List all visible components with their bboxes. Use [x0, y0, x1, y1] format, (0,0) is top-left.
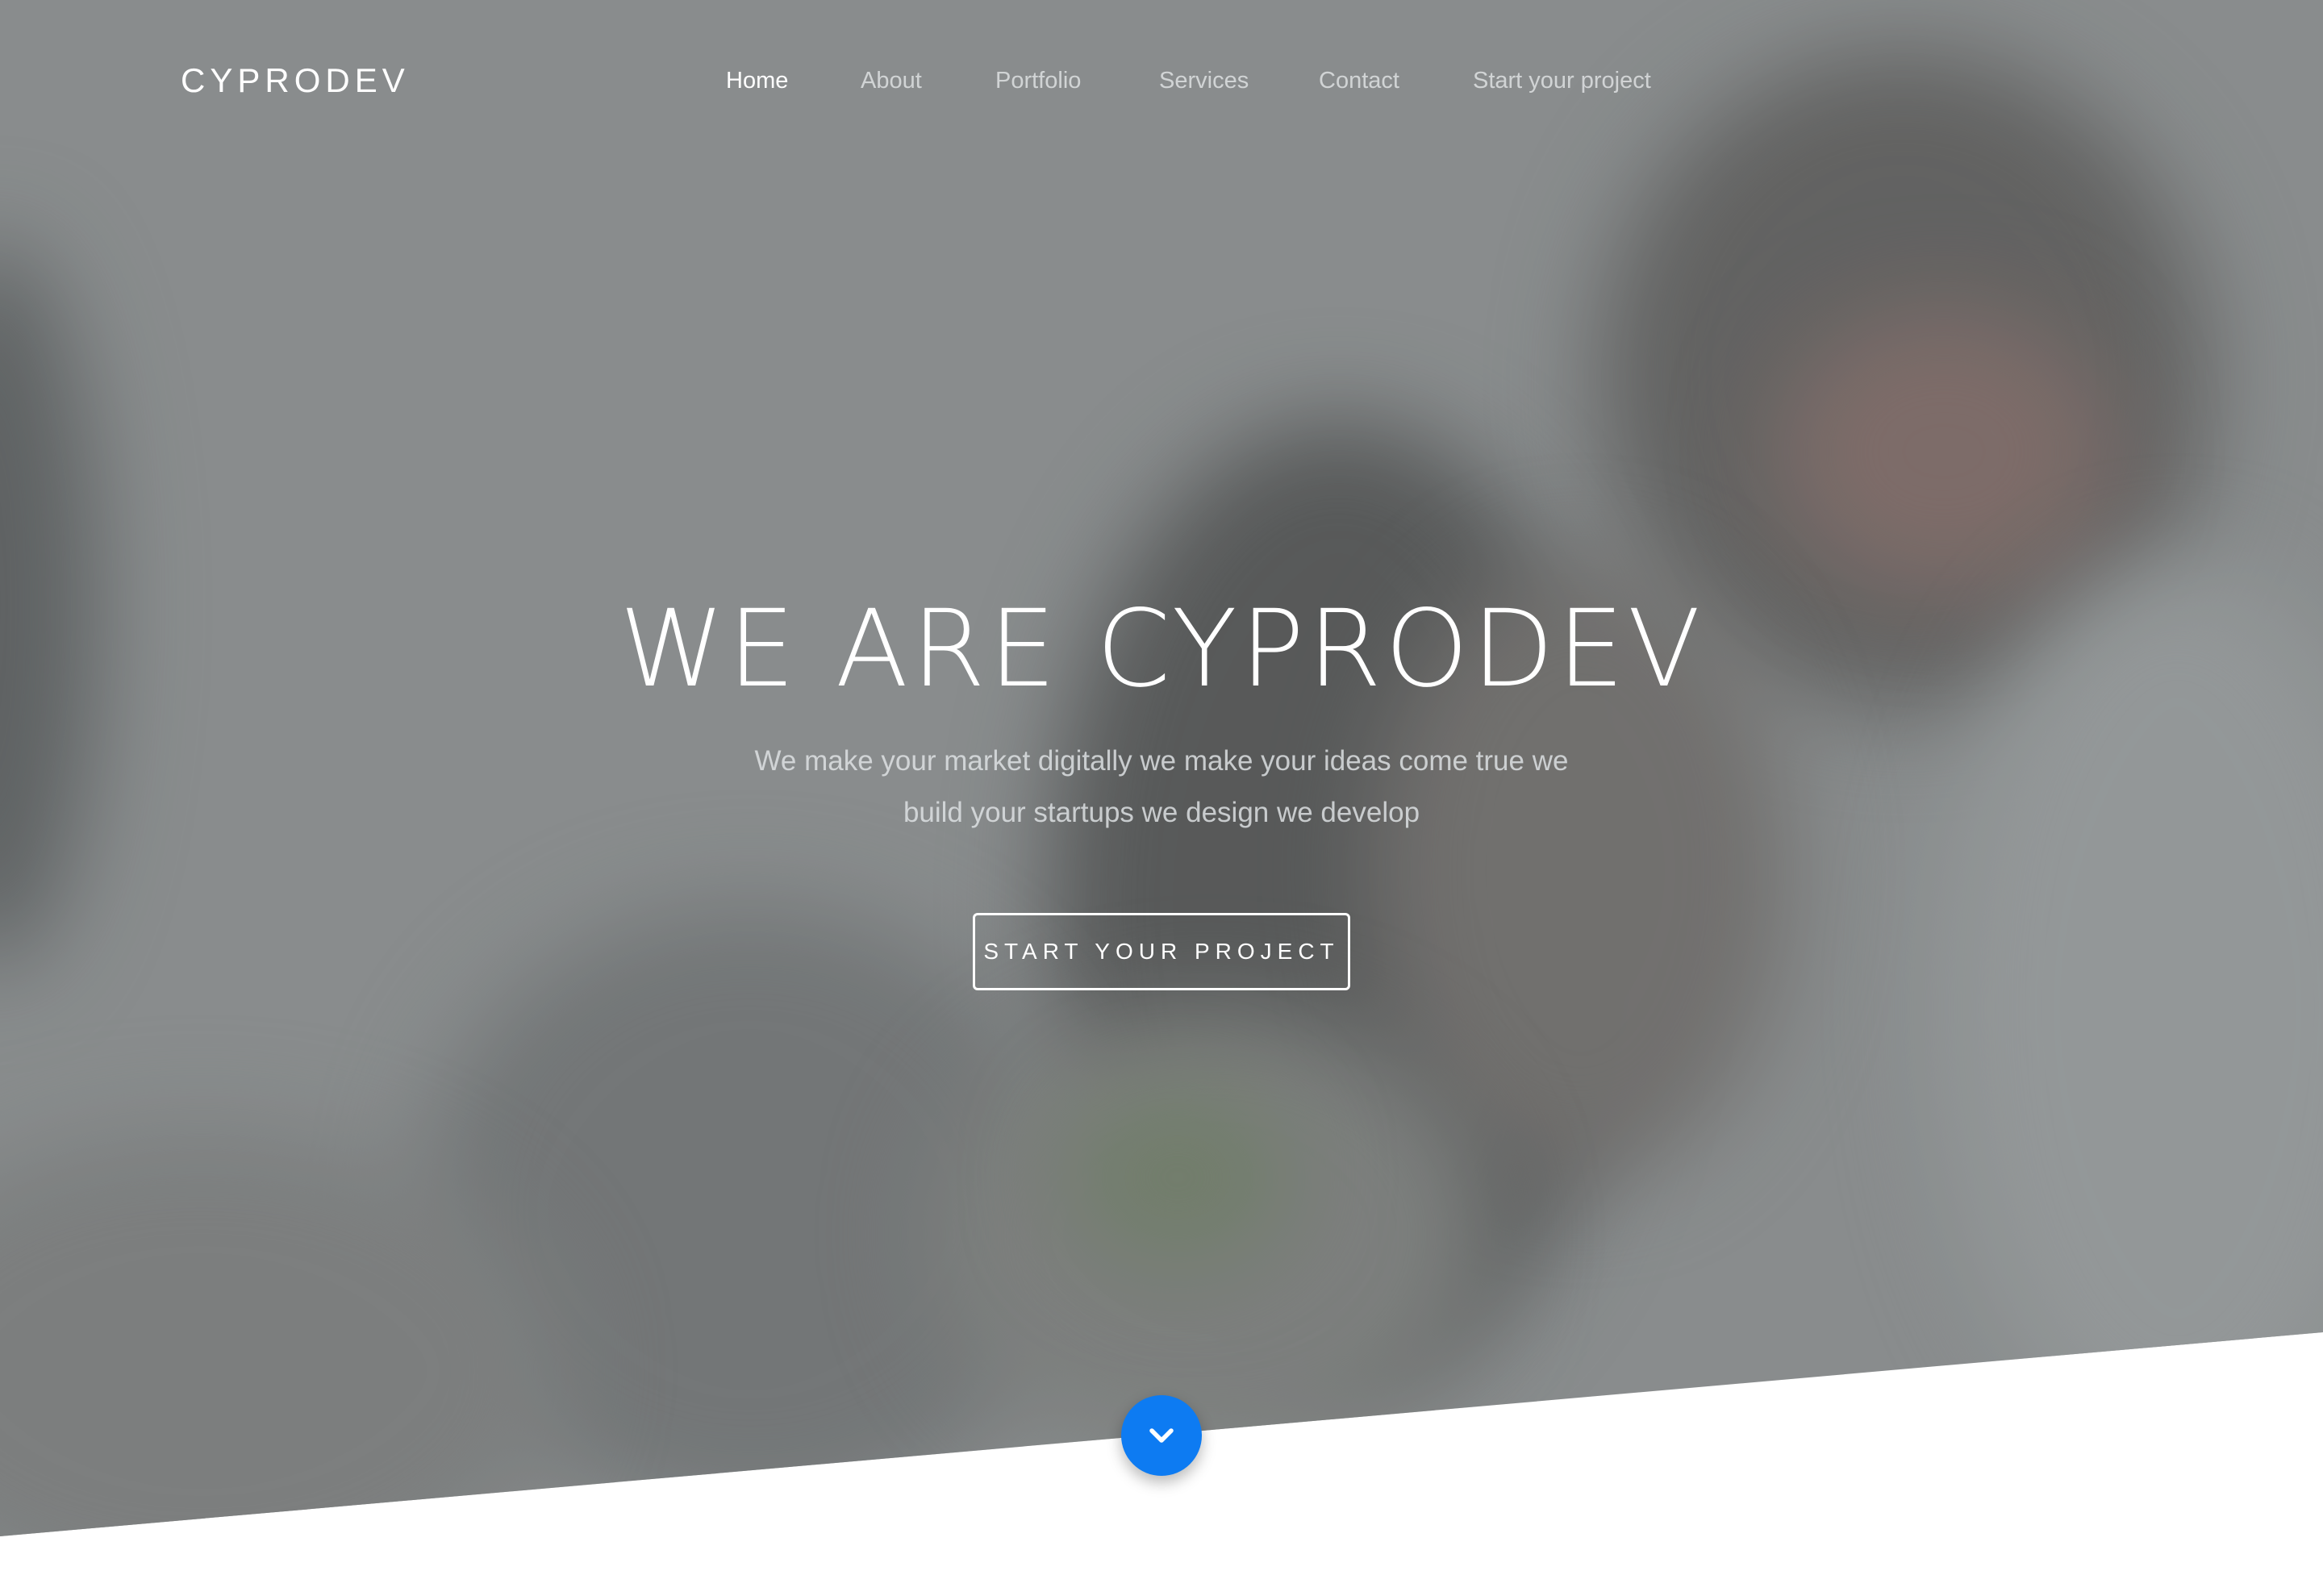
nav-item-home[interactable]: Home	[726, 65, 788, 97]
nav-item-contact[interactable]: Contact	[1319, 65, 1399, 97]
nav-item-services[interactable]: Services	[1159, 65, 1249, 97]
hero-subtitle: We make your market digitally we make yo…	[754, 745, 1569, 828]
scroll-down-button[interactable]	[1121, 1395, 1202, 1476]
nav-item-about[interactable]: About	[861, 65, 922, 97]
hero-title: WE ARE CYPRODEV	[619, 587, 1704, 711]
chevron-down-icon	[1145, 1424, 1178, 1447]
brand-logo[interactable]: CYPRODEV	[181, 61, 410, 100]
nav-item-portfolio[interactable]: Portfolio	[995, 65, 1081, 97]
start-project-button[interactable]: START YOUR PROJECT	[973, 913, 1350, 990]
nav-item-start-project[interactable]: Start your project	[1473, 65, 1651, 97]
